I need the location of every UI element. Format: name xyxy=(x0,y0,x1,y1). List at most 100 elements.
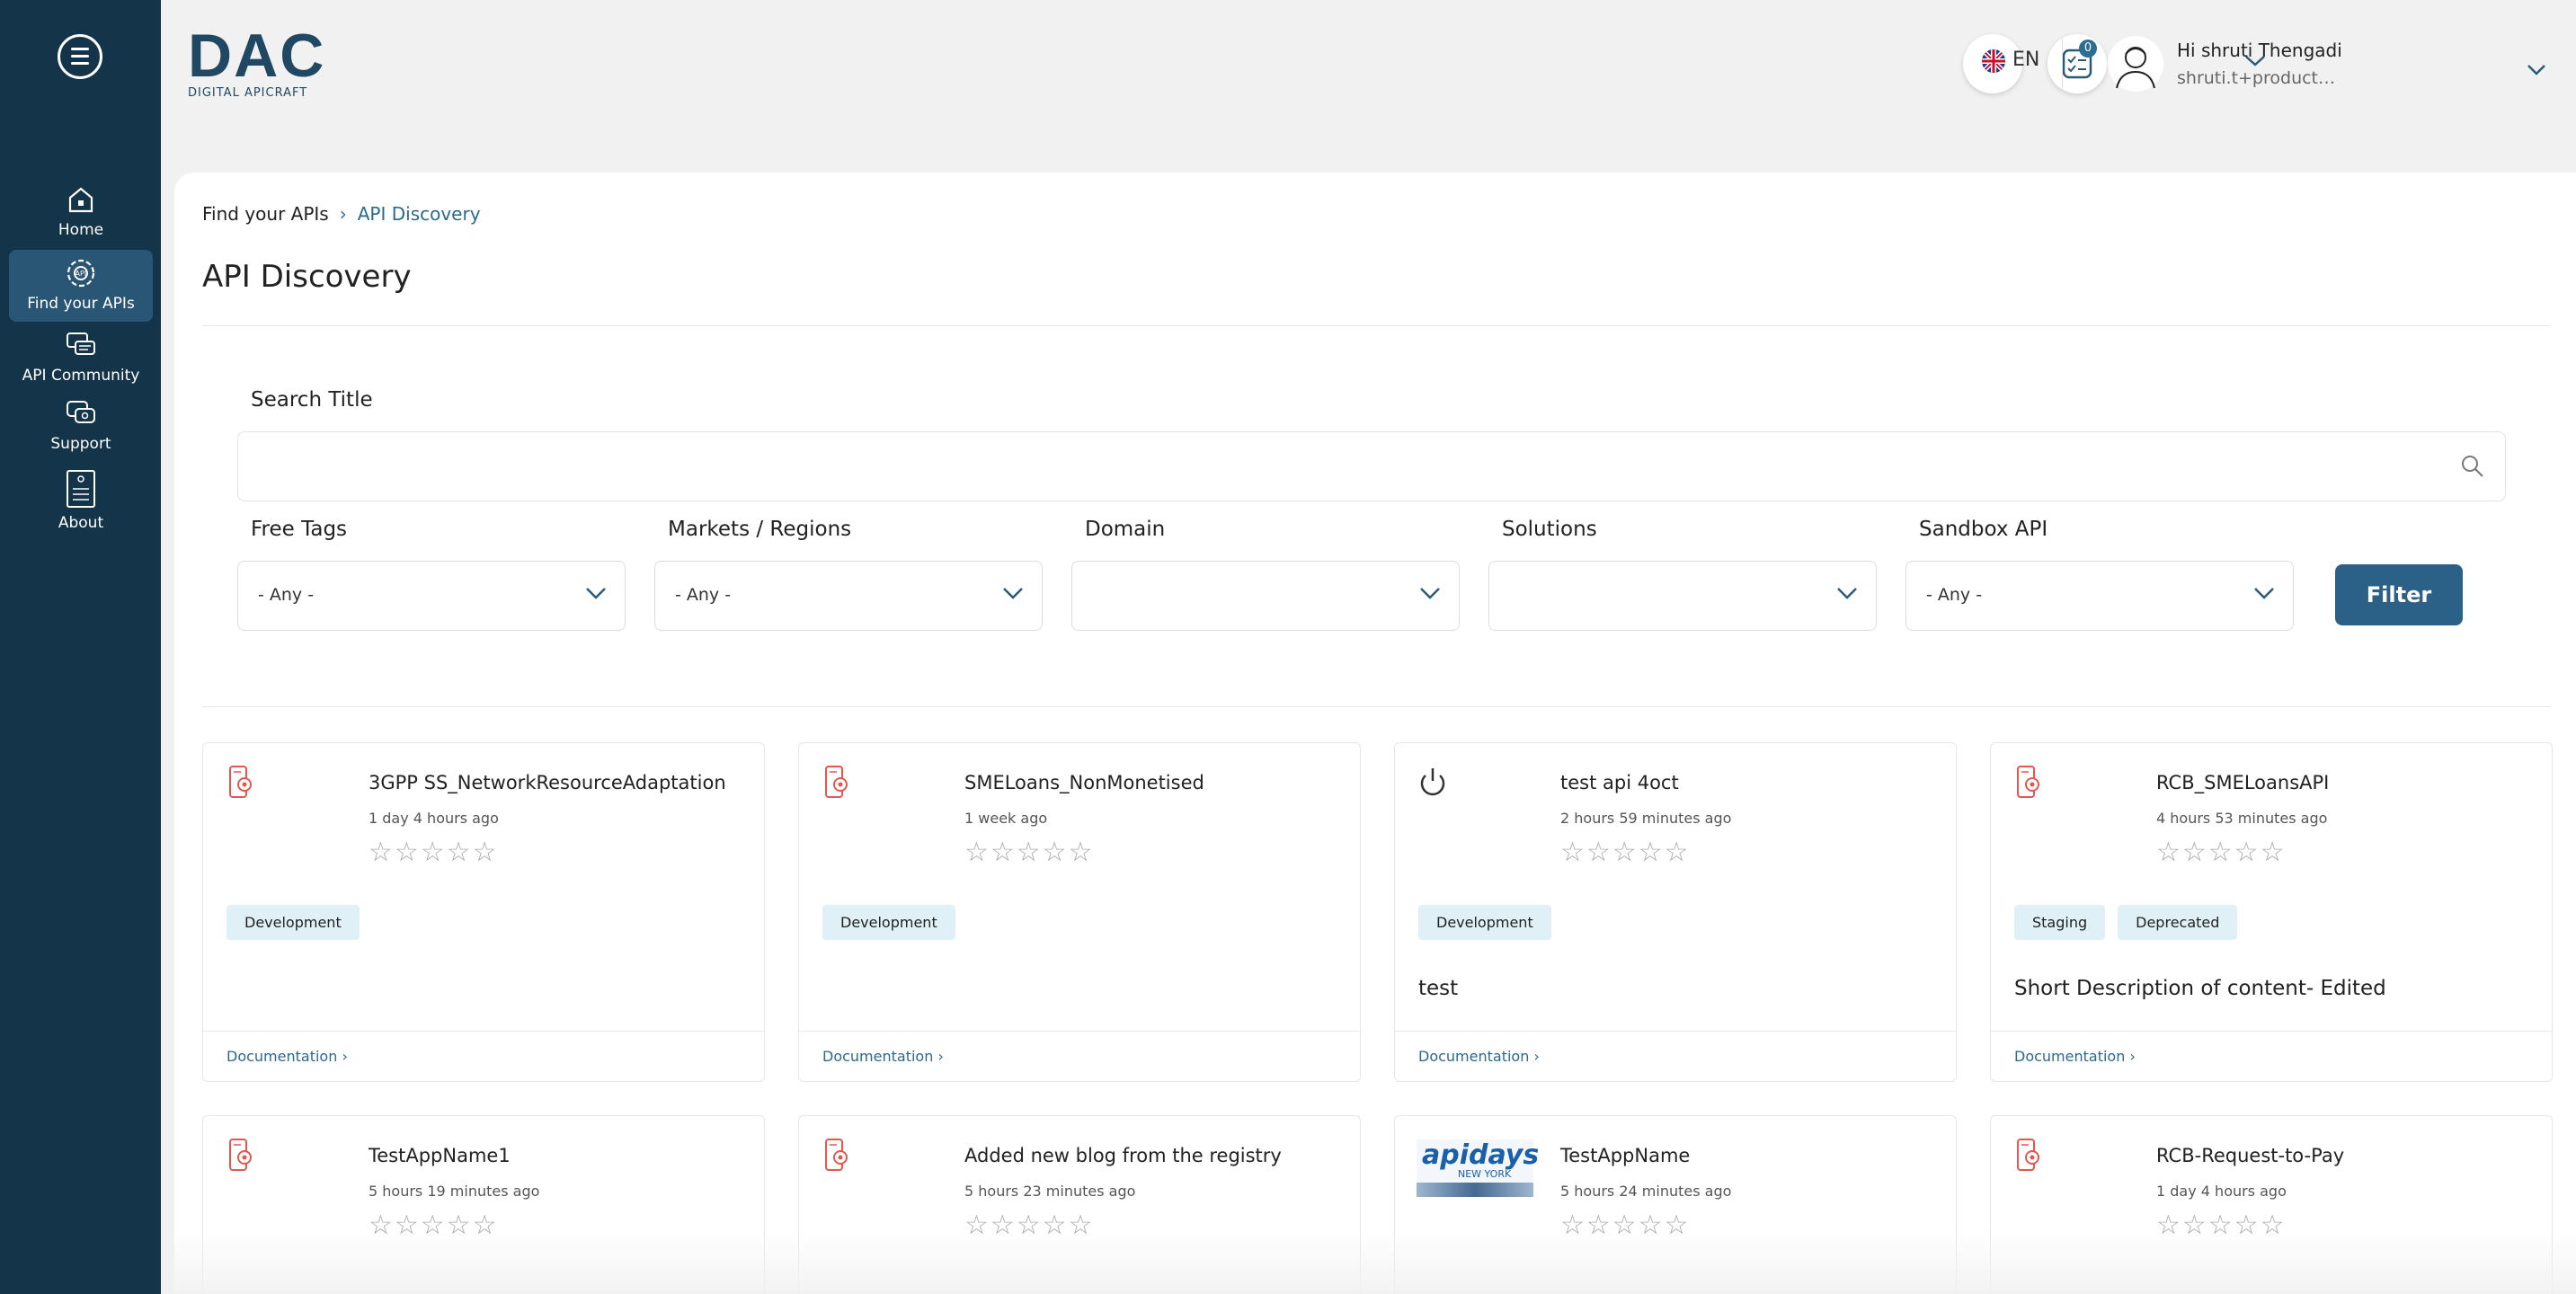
card-description: test xyxy=(1418,977,1459,1000)
documentation-link-label: Documentation xyxy=(2014,1048,2126,1065)
breadcrumb-parent[interactable]: Find your APIs xyxy=(202,203,329,225)
search-input[interactable] xyxy=(238,432,2431,499)
filter-label-solutions: Solutions xyxy=(1502,518,1597,541)
app-icon xyxy=(2017,1139,2039,1171)
card-title[interactable]: test api 4oct xyxy=(1560,772,1679,793)
power-icon xyxy=(1420,768,1445,796)
status-badge: Staging xyxy=(2014,905,2106,940)
sidebar-item-label: Home xyxy=(58,221,104,239)
api-card[interactable]: 3GPP SS_NetworkResourceAdaptation 1 day … xyxy=(202,742,765,1082)
chevron-down-icon xyxy=(586,588,606,599)
card-time: 4 hours 53 minutes ago xyxy=(2156,810,2328,827)
user-greeting: Hi shruti Thengadi xyxy=(2177,40,2342,61)
skyline-image xyxy=(1417,1183,1533,1197)
card-footer: Documentation › xyxy=(1991,1031,2552,1081)
chevron-right-icon: › xyxy=(937,1048,944,1065)
card-title[interactable]: RCB_SMELoansAPI xyxy=(2156,772,2329,793)
documentation-link[interactable]: Documentation › xyxy=(227,1048,348,1065)
divider xyxy=(202,325,2550,326)
bottom-fade xyxy=(161,1231,2576,1294)
language-selector[interactable]: EN xyxy=(1973,38,2063,92)
uk-flag-icon xyxy=(1982,49,2005,73)
card-time: 5 hours 19 minutes ago xyxy=(369,1183,540,1200)
api-card[interactable]: RCB_SMELoansAPI 4 hours 53 minutes ago ☆… xyxy=(1990,742,2553,1082)
select-value: - Any - xyxy=(258,585,315,605)
svg-text:API: API xyxy=(76,270,87,278)
user-chevron-down-icon[interactable] xyxy=(2526,63,2547,77)
documentation-link-label: Documentation xyxy=(822,1048,934,1065)
main-panel: Find your APIs › API Discovery API Discove… xyxy=(174,173,2576,1294)
documentation-link-label: Documentation xyxy=(227,1048,338,1065)
sidebar-item-api-community[interactable]: API Community xyxy=(9,329,153,385)
user-menu[interactable]: Hi shruti Thengadi shruti.t+productm... xyxy=(2108,27,2413,108)
chevron-down-icon xyxy=(1837,588,1857,599)
status-badge: Development xyxy=(822,905,955,940)
home-icon xyxy=(65,183,97,216)
logo-text: DAC xyxy=(188,22,326,90)
app-icon xyxy=(825,766,848,798)
api-card[interactable]: SMELoans_NonMonetised 1 week ago ☆☆☆☆☆ D… xyxy=(798,742,1361,1082)
divider xyxy=(202,706,2550,707)
app-icon xyxy=(229,1139,252,1171)
chevron-down-icon xyxy=(1003,588,1023,599)
sandbox-api-select[interactable]: - Any - xyxy=(1905,561,2294,631)
search-title-field[interactable] xyxy=(237,431,2506,501)
card-tags: Development xyxy=(227,905,372,940)
app-icon xyxy=(229,766,252,798)
card-footer: Documentation › xyxy=(203,1031,764,1081)
documentation-link[interactable]: Documentation › xyxy=(1418,1048,1540,1065)
star-rating[interactable]: ☆☆☆☆☆ xyxy=(964,837,1094,868)
filter-button[interactable]: Filter xyxy=(2335,564,2463,625)
filter-label-free-tags: Free Tags xyxy=(251,518,348,541)
documentation-link-label: Documentation xyxy=(1418,1048,1530,1065)
avatar xyxy=(2108,36,2163,92)
language-code: EN xyxy=(2012,49,2040,71)
select-value: - Any - xyxy=(1926,585,1983,605)
chevron-right-icon: › xyxy=(1533,1048,1540,1065)
free-tags-select[interactable]: - Any - xyxy=(237,561,626,631)
sidebar-item-about[interactable]: About xyxy=(9,469,153,532)
sidebar-item-find-your-apis[interactable]: API Find your APIs xyxy=(9,250,153,322)
hamburger-menu-icon[interactable] xyxy=(58,34,102,79)
card-title[interactable]: RCB-Request-to-Pay xyxy=(2156,1145,2344,1166)
card-title[interactable]: TestAppName1 xyxy=(369,1145,511,1166)
star-rating[interactable]: ☆☆☆☆☆ xyxy=(369,837,498,868)
domain-select[interactable] xyxy=(1071,561,1460,631)
breadcrumb: Find your APIs › API Discovery xyxy=(202,203,481,225)
card-title[interactable]: 3GPP SS_NetworkResourceAdaptation xyxy=(369,772,726,793)
card-time: 1 day 4 hours ago xyxy=(2156,1183,2287,1200)
api-search-icon: API xyxy=(65,257,97,289)
card-tags: Staging Deprecated xyxy=(2014,905,2250,940)
card-time: 1 day 4 hours ago xyxy=(369,810,499,827)
dac-logo[interactable]: DAC DIGITAL APICRAFT xyxy=(188,22,345,100)
api-card[interactable]: test api 4oct 2 hours 59 minutes ago ☆☆☆… xyxy=(1394,742,1957,1082)
chevron-right-icon: › xyxy=(339,203,347,225)
card-time: 5 hours 24 minutes ago xyxy=(1560,1183,1732,1200)
sidebar-item-support[interactable]: Support xyxy=(9,397,153,453)
card-time: 5 hours 23 minutes ago xyxy=(964,1183,1136,1200)
app-icon xyxy=(2017,766,2039,798)
apidays-logo: apidays NEW YORK xyxy=(1417,1139,1539,1197)
support-icon xyxy=(65,397,97,430)
card-title[interactable]: Added new blog from the registry xyxy=(964,1145,1282,1166)
sidebar-item-home[interactable]: Home xyxy=(9,183,153,239)
sidebar-item-label: Find your APIs xyxy=(27,295,135,313)
documentation-link[interactable]: Documentation › xyxy=(2014,1048,2136,1065)
card-title[interactable]: TestAppName xyxy=(1560,1145,1690,1166)
markets-regions-select[interactable]: - Any - xyxy=(654,561,1043,631)
solutions-select[interactable] xyxy=(1488,561,1877,631)
sidebar-item-label: Support xyxy=(50,435,111,453)
documentation-link[interactable]: Documentation › xyxy=(822,1048,944,1065)
card-time: 2 hours 59 minutes ago xyxy=(1560,810,1732,827)
star-rating[interactable]: ☆☆☆☆☆ xyxy=(2156,837,2286,868)
apidays-logo-subtext: NEW YORK xyxy=(1458,1168,1512,1180)
search-icon[interactable] xyxy=(2460,454,2485,479)
sidebar: Home API Find your APIs API Community Su… xyxy=(0,0,161,1294)
search-label: Search Title xyxy=(251,388,373,412)
star-rating[interactable]: ☆☆☆☆☆ xyxy=(1560,837,1690,868)
filter-label-sandbox: Sandbox API xyxy=(1919,518,2048,541)
status-badge: Deprecated xyxy=(2118,905,2238,940)
status-badge: Development xyxy=(1418,905,1551,940)
apidays-logo-text: apidays xyxy=(1422,1139,1540,1171)
card-title[interactable]: SMELoans_NonMonetised xyxy=(964,772,1204,793)
